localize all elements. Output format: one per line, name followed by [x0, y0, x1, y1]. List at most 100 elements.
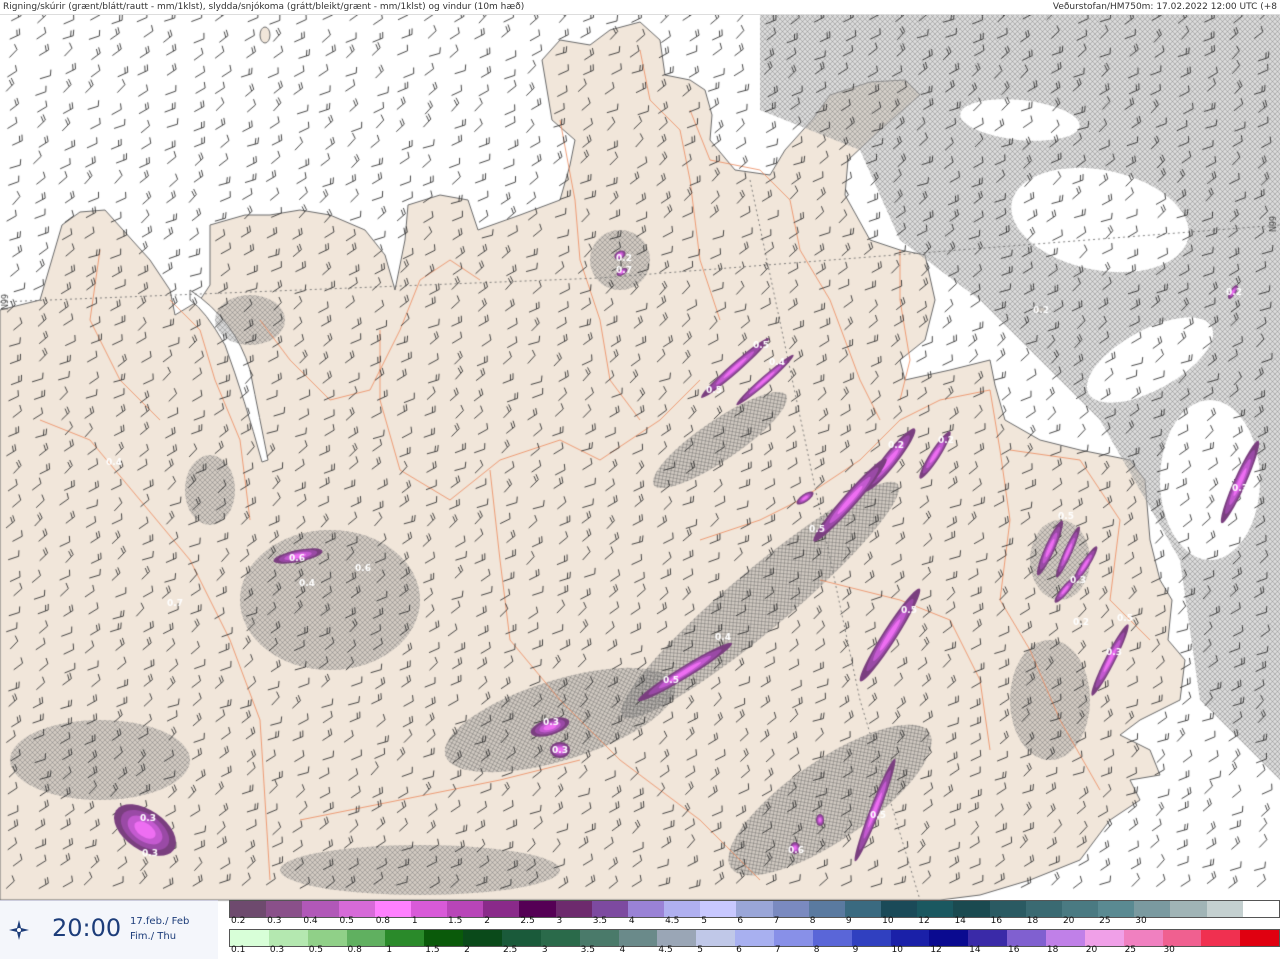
snow-swatch [555, 901, 592, 917]
snow-swatch [1098, 901, 1135, 917]
rain-tick-label: 0.5 [308, 945, 324, 955]
snow-swatch [1170, 901, 1207, 917]
rain-tick-label: 25 [1124, 945, 1137, 955]
snow-tick-label: 16 [990, 916, 1003, 926]
rain-swatch [812, 930, 852, 946]
forecast-time: 20:00 [52, 914, 122, 942]
rain-tick-label: 4 [619, 945, 626, 955]
snow-tick-label: 1 [411, 916, 418, 926]
rain-tick-label: 12 [930, 945, 942, 955]
snow-swatch [1242, 901, 1279, 917]
rain-tick-label: 10 [891, 945, 903, 955]
rain-swatch [1046, 930, 1085, 946]
snow-swatch [881, 901, 918, 917]
rain-scale-labels: 0.1 0.3 0.5 0.8 1 1.5 2 2.5 3 3.5 4 4.5 5 6 7 8 9 10 12 14 1… [229, 945, 1278, 957]
rain-tick-label: 4.5 [658, 945, 673, 955]
rain-tick-label: 1.5 [425, 945, 440, 955]
map-title: Rigning/skúrir (grænt/blátt/rautt - mm/1… [3, 0, 525, 14]
snow-tick-label: 3.5 [592, 916, 608, 926]
rain-tick-label: 0.1 [231, 945, 246, 955]
rain-tick-label: 9 [852, 945, 859, 955]
snow-swatch [302, 901, 339, 917]
snow-tick-label: 0.5 [339, 916, 354, 926]
rain-tick-label: 8 [813, 945, 820, 955]
snow-swatch [917, 901, 954, 917]
snow-swatch [1061, 901, 1099, 917]
time-panel: 20:00 17.feb./ Feb Fim./ Thu [0, 900, 218, 959]
rain-swatch [230, 930, 269, 946]
rain-swatch [696, 930, 736, 946]
snow-tick-label: 0.8 [375, 916, 391, 926]
rain-tick-label: 3.5 [580, 945, 595, 955]
rain-tick-label: 30 [1163, 945, 1175, 955]
rain-swatch [1084, 930, 1124, 946]
snow-swatch [808, 901, 845, 917]
rain-tick-label: 1 [386, 945, 393, 955]
rain-swatch [502, 930, 541, 946]
rain-swatch [1162, 930, 1202, 946]
rain-swatch [1201, 930, 1241, 946]
rain-tick-label: 0.8 [347, 945, 362, 955]
rain-swatch [385, 930, 425, 946]
rain-tick-label: 6 [736, 945, 742, 955]
snow-tick-label: 10 [882, 916, 894, 926]
snow-swatch [736, 901, 773, 917]
snow-tick-label: 30 [1135, 916, 1147, 926]
rain-swatch [346, 930, 386, 946]
precip-legend: 0.2 0.3 0.4 0.5 0.8 1 1.5 2 2.5 3 3.5 4 4.5 5 6 7 8 9 10 12… [229, 900, 1280, 958]
snow-swatch [1025, 901, 1062, 917]
rain-swatch [929, 930, 969, 946]
snow-swatch [700, 901, 737, 917]
weather-map[interactable] [0, 0, 1280, 958]
rain-swatch [890, 930, 930, 946]
rain-swatch [424, 930, 464, 946]
snow-tick-label: 12 [918, 916, 930, 926]
snow-tick-label: 5 [701, 916, 707, 926]
rain-swatch [579, 930, 619, 946]
rain-swatch [1123, 930, 1163, 946]
rain-swatch [618, 930, 658, 946]
snow-tick-label: 9 [845, 916, 852, 926]
snow-swatch [374, 901, 411, 917]
rain-tick-label: 5 [697, 945, 703, 955]
snow-swatch [1134, 901, 1171, 917]
rain-swatch [268, 930, 308, 946]
snow-tick-label: 1.5 [448, 916, 463, 926]
snow-tick-label: 20 [1062, 916, 1075, 926]
snow-tick-label: 18 [1026, 916, 1039, 926]
snow-tick-label: 3 [556, 916, 563, 926]
rain-swatch [735, 930, 775, 946]
snow-tick-label: 0.4 [303, 916, 318, 926]
forecast-weekday: Fim./ Thu [130, 931, 177, 942]
snow-tick-label: 7 [773, 916, 780, 926]
snow-swatch [953, 901, 990, 917]
snow-tick-label: 4 [628, 916, 635, 926]
rain-swatch [851, 930, 891, 946]
snow-swatch [664, 901, 701, 917]
snow-swatch [519, 901, 556, 917]
rain-tick-label: 14 [969, 945, 981, 955]
rain-tick-label: 3 [541, 945, 548, 955]
snow-tick-label: 2 [484, 916, 490, 926]
snow-swatch [230, 901, 267, 917]
snow-swatch [447, 901, 484, 917]
rain-swatch [657, 930, 697, 946]
snow-swatch [410, 901, 448, 917]
rain-tick-label: 16 [1008, 945, 1020, 955]
snow-swatch [627, 901, 665, 917]
rain-swatch [774, 930, 813, 946]
rain-tick-label: 7 [774, 945, 781, 955]
snow-swatch [591, 901, 628, 917]
snow-tick-label: 8 [809, 916, 816, 926]
rain-tick-label: 0.3 [269, 945, 285, 955]
rain-tick-label: 2 [464, 945, 470, 955]
snow-tick-label: 4.5 [665, 916, 680, 926]
rain-swatch [1240, 930, 1280, 946]
snow-swatch [483, 901, 520, 917]
snow-swatch [1206, 901, 1243, 917]
snow-tick-label: 6 [737, 916, 744, 926]
snow-swatch [772, 901, 809, 917]
snow-swatch [844, 901, 882, 917]
snow-scale-labels: 0.2 0.3 0.4 0.5 0.8 1 1.5 2 2.5 3 3.5 4 4.5 5 6 7 8 9 10 12… [229, 916, 1278, 928]
rain-tick-label: 2.5 [502, 945, 518, 955]
